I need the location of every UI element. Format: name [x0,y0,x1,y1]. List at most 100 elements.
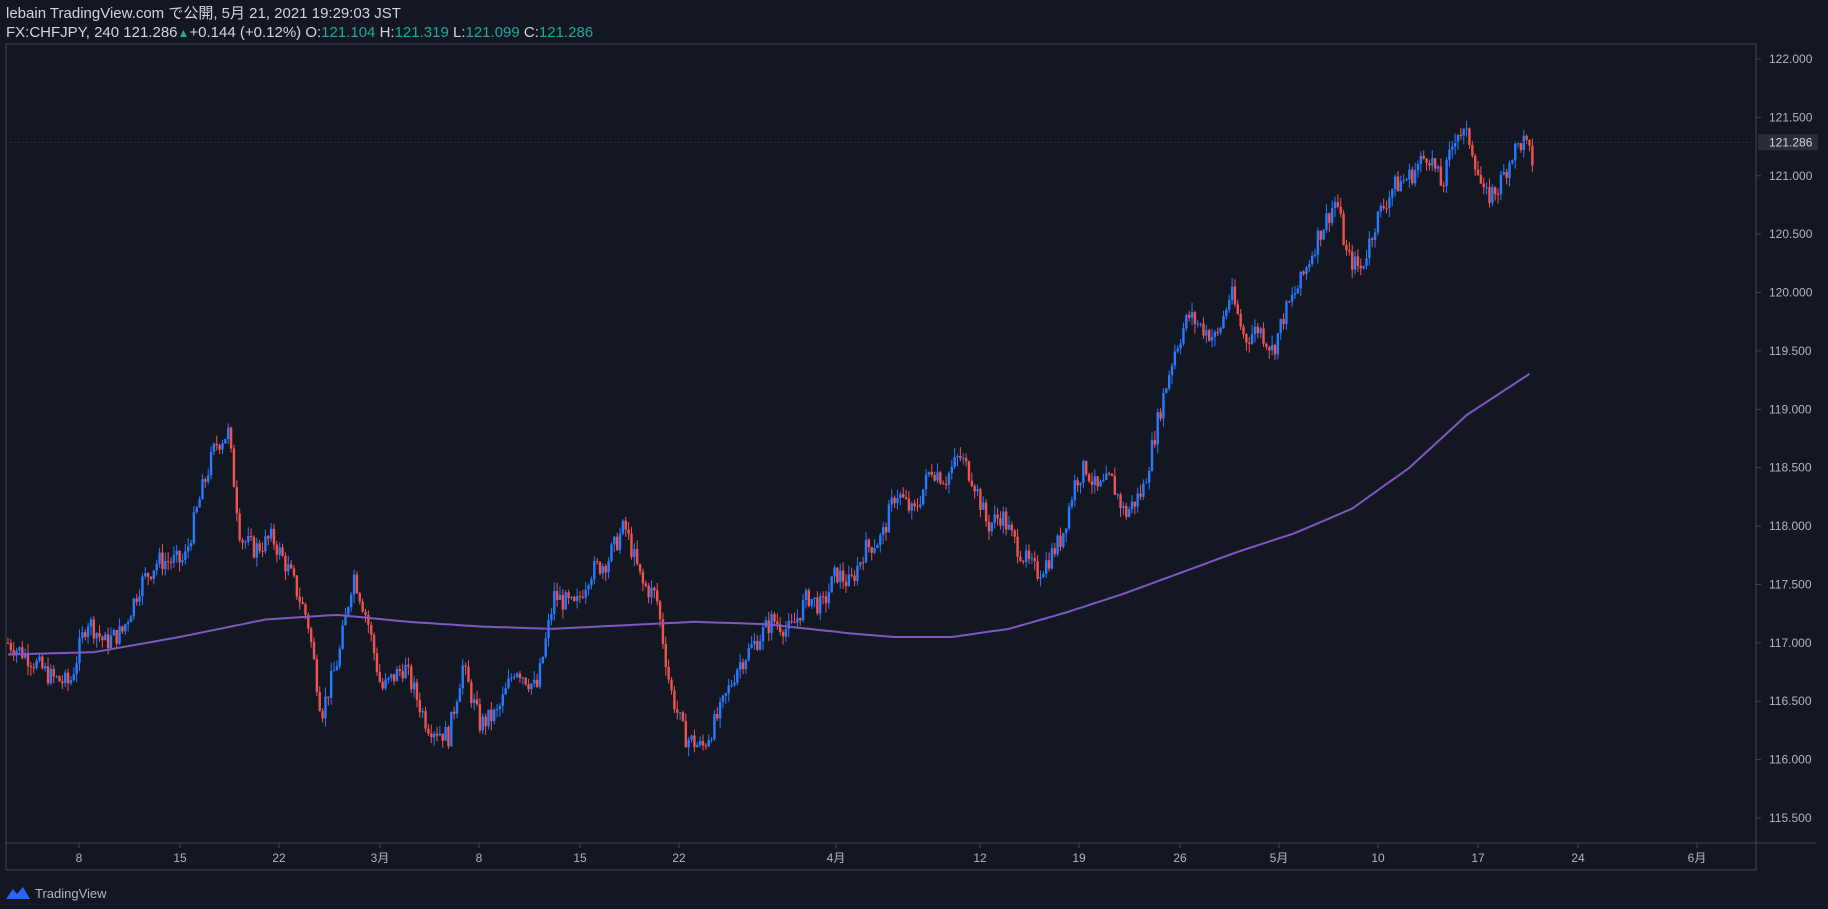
candle-body [1007,524,1011,530]
candle-body [644,583,647,586]
candle-body [1182,328,1185,344]
candle-body [601,566,605,574]
candle-body [518,673,522,679]
candle-body [124,624,127,632]
y-tick-label: 121.000 [1769,169,1813,183]
candle-body [227,427,230,439]
candle-body [1036,561,1039,579]
candle-body [781,632,785,637]
tradingview-watermark[interactable]: TradingView [5,885,107,901]
candle-body [1356,256,1360,266]
candle-body [478,704,482,731]
candle-body [155,563,158,571]
candle-body [716,713,719,719]
candle-body [1479,174,1483,184]
candle-body [1436,166,1440,169]
candle-body [355,574,359,594]
candle-body [321,710,324,719]
candle-body [1087,474,1091,482]
candle-body [1376,211,1380,233]
candle-body [758,641,762,650]
candle-body [844,581,848,586]
candle-body [258,543,261,551]
candle-body [813,597,816,600]
y-tick-label: 117.000 [1769,636,1812,650]
price-axis[interactable]: 122.000 121.500 121.000 120.500 120.000 119.5… [1756,52,1813,825]
candle-body [658,601,662,620]
candle-body [810,599,813,606]
candle-body [707,740,710,747]
candle-body [1053,548,1056,555]
candle-body [21,647,24,658]
candle-body [756,640,759,650]
candle-body [327,696,330,698]
candle-body [850,574,853,576]
candle-body [146,573,150,577]
candle-body [287,564,290,572]
candle-body [1027,550,1031,559]
x-tick-label: 15 [573,851,587,865]
candle-body [656,590,659,602]
candle-body [1179,343,1182,349]
candle-body [332,670,336,672]
candle-body [1459,134,1463,136]
candle-body [1024,550,1028,562]
candle-body [252,537,256,558]
y-tick-label: 120.500 [1769,227,1813,241]
candle-body [633,549,636,558]
candle-body [1310,255,1314,265]
candle-body [301,602,304,604]
candle-body [1391,189,1394,198]
candle-body [364,611,367,615]
candle-body [235,487,238,514]
candle-body [1190,312,1194,318]
candle-body [1339,206,1342,214]
candle-body [1368,238,1371,259]
candle-body [1205,330,1208,336]
candle-body [598,562,602,574]
candle-body [421,710,424,713]
candle-body [387,677,390,680]
candle-body [1199,323,1202,325]
candle-body [698,740,702,745]
candle-body [1245,334,1248,343]
time-axis[interactable]: 8 15 22 3月 8 15 22 4月 12 19 26 5月 10 17 24 6月 [76,843,1707,865]
candle-body [1127,509,1131,517]
candle-body [161,552,164,570]
candle-body [1042,573,1045,578]
candle-body [1519,143,1523,150]
candle-body [964,458,968,462]
candle-body [1082,461,1085,483]
candle-body [115,629,118,644]
candle-body [1425,158,1428,164]
candle-body [990,522,994,532]
candle-body [510,677,513,679]
candle-body [209,451,213,476]
candle-body [1359,265,1362,269]
candle-body [696,744,699,748]
candle-body [281,547,284,556]
candle-body [767,620,770,634]
candle-body [555,590,559,600]
candle-body [384,679,387,689]
y-tick-label: 118.500 [1769,461,1812,475]
candle-body [166,561,170,563]
candle-body [684,720,688,748]
candle-body [135,598,138,602]
price-chart[interactable]: 122.000 121.500 121.000 120.500 120.000 119.5… [0,0,1828,909]
candle-body [953,456,956,467]
candle-body [1010,524,1014,531]
candle-body [1242,326,1245,335]
candle-body [292,568,296,576]
candle-body [1176,348,1179,352]
x-tick-label: 22 [672,851,686,865]
candle-body [52,668,55,677]
candle-body [578,596,582,598]
candle-body [98,633,101,637]
candle-body [1113,475,1117,495]
candle-body [347,607,350,615]
candle-body [192,512,196,544]
candle-body [41,656,44,669]
candle-body [744,660,748,670]
candle-body [261,550,264,552]
